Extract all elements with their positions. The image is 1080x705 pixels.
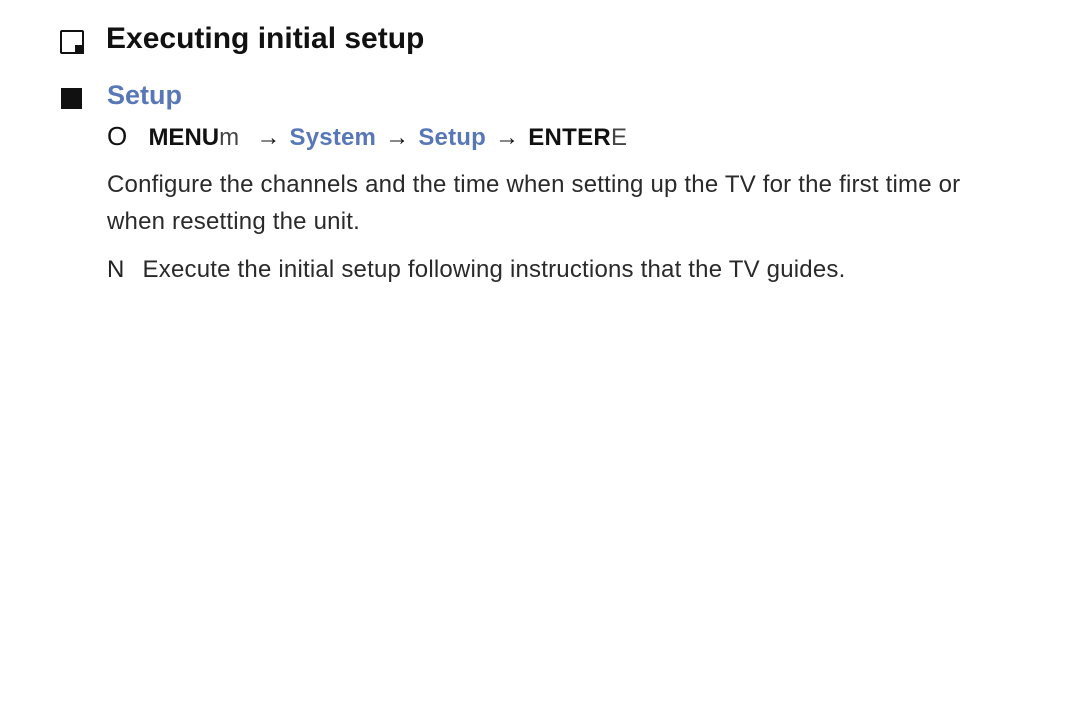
- section-heading: Setup: [107, 80, 182, 111]
- description-paragraph: Configure the channels and the time when…: [107, 166, 1024, 240]
- note-row: N Execute the initial setup following in…: [107, 252, 1028, 288]
- arrow-right-icon: →: [385, 124, 409, 152]
- breadcrumb-system-label: System: [290, 124, 377, 152]
- breadcrumb-prefix-marker: O: [107, 121, 127, 152]
- breadcrumb-setup-label: Setup: [418, 124, 486, 152]
- arrow-right-icon: →: [256, 124, 280, 152]
- page-icon: [60, 30, 84, 54]
- breadcrumb-menu-label: MENU: [148, 124, 219, 152]
- section-bullet-icon: [61, 88, 82, 109]
- note-marker: N: [107, 252, 125, 288]
- breadcrumb-menu-suffix: m: [219, 124, 239, 152]
- page-title: Executing initial setup: [106, 22, 424, 56]
- note-text: Execute the initial setup following inst…: [143, 252, 846, 288]
- arrow-right-icon: →: [495, 124, 519, 152]
- breadcrumb-enter-label: ENTER: [528, 124, 611, 152]
- breadcrumb-enter-suffix: E: [611, 124, 627, 152]
- breadcrumb: O MENUm → System → Setup → ENTERE: [107, 123, 1028, 152]
